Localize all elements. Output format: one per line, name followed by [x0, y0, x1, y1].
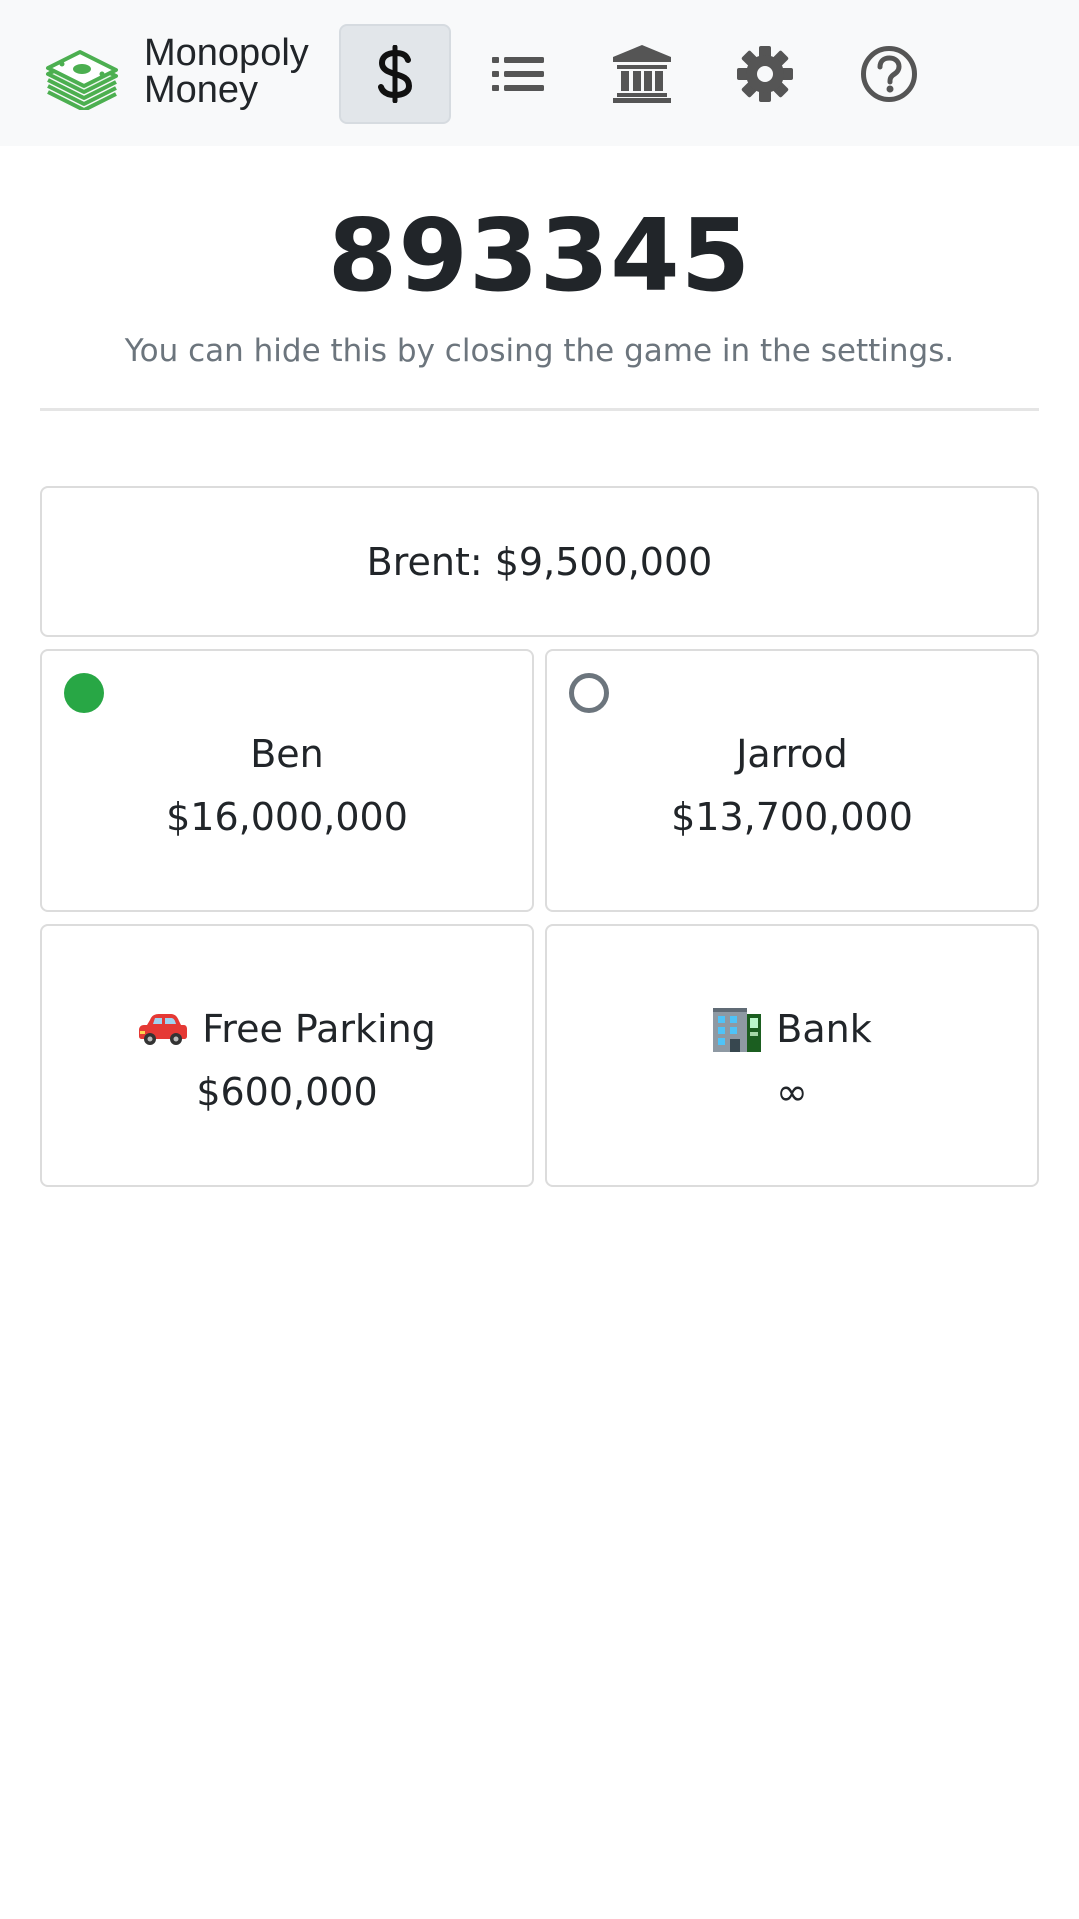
nav-help-button[interactable]: [833, 24, 945, 124]
free-parking-amount: $600,000: [196, 1070, 378, 1114]
brand[interactable]: Monopoly Money: [44, 34, 309, 110]
help-icon: [861, 46, 917, 102]
player-card-jarrod[interactable]: Jarrod $13,700,000: [545, 649, 1039, 912]
free-parking-label: Free Parking: [202, 1007, 436, 1051]
nav-funds-button[interactable]: [339, 24, 451, 124]
self-balance-card[interactable]: Brent: $9,500,000: [40, 486, 1039, 637]
self-balance-label: Brent: $9,500,000: [366, 539, 713, 584]
gear-icon: [737, 46, 793, 102]
brand-line-2: Money: [144, 69, 259, 111]
player-amount: $16,000,000: [166, 795, 408, 839]
player-status-indicator: [569, 673, 609, 713]
nav-history-button[interactable]: [462, 24, 574, 124]
list-icon: [492, 57, 544, 91]
nav-bank-button[interactable]: [586, 24, 698, 124]
divider: [40, 408, 1039, 411]
game-code-hint: You can hide this by closing the game in…: [124, 333, 955, 369]
player-name: Jarrod: [736, 732, 848, 776]
nav-settings-button[interactable]: [709, 24, 821, 124]
bank-label: Bank: [776, 1007, 872, 1051]
dollar-icon: [378, 45, 413, 103]
game-code: 893345: [327, 197, 752, 314]
bank-icon: [613, 45, 671, 103]
player-card-ben[interactable]: Ben $16,000,000: [40, 649, 534, 912]
bank-amount: ∞: [776, 1070, 808, 1114]
player-status-indicator: [64, 673, 104, 713]
brand-name: Monopoly Money: [144, 32, 309, 111]
player-name: Ben: [250, 732, 324, 776]
brand-line-1: Monopoly: [144, 32, 309, 74]
player-amount: $13,700,000: [671, 795, 913, 839]
bank-card[interactable]: Bank ∞: [545, 924, 1039, 1187]
navbar: Monopoly Money: [0, 0, 1079, 146]
building-icon: [713, 1007, 762, 1052]
money-stack-icon: [46, 50, 118, 110]
car-icon: [139, 1013, 188, 1045]
main-content: 893345 You can hide this by closing the …: [40, 146, 1039, 1187]
free-parking-card[interactable]: Free Parking $600,000: [40, 924, 534, 1187]
